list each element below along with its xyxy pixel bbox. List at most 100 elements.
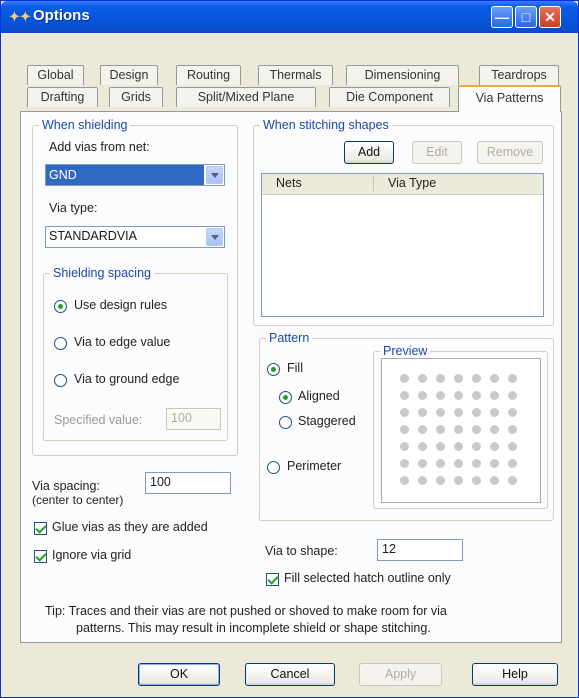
glue-vias-label: Glue vias as they are added	[52, 520, 208, 534]
glue-vias-checkbox[interactable]	[34, 522, 47, 535]
fill-radio[interactable]	[267, 363, 280, 376]
use-design-rules-radio[interactable]	[54, 300, 67, 313]
aligned-radio[interactable]	[279, 391, 292, 404]
preview-via-dot	[436, 425, 445, 434]
add-button[interactable]: Add	[344, 141, 394, 164]
fill-hatch-label: Fill selected hatch outline only	[284, 571, 451, 585]
preview-via-dot	[490, 459, 499, 468]
preview-via-dot	[472, 459, 481, 468]
preview-via-dot	[490, 425, 499, 434]
pattern-preview	[381, 358, 541, 503]
preview-via-dot	[418, 442, 427, 451]
ignore-via-grid-label: Ignore via grid	[52, 548, 132, 562]
ok-button[interactable]: OK	[138, 663, 220, 686]
via-spacing-sublabel: (center to center)	[32, 493, 124, 507]
minimize-button[interactable]: —	[491, 6, 513, 28]
via-to-shape-label: Via to shape:	[265, 544, 338, 558]
close-button[interactable]: ✕	[539, 6, 561, 28]
preview-via-dot	[436, 391, 445, 400]
chevron-down-icon[interactable]	[206, 166, 223, 184]
specified-value-field[interactable]: 100	[166, 408, 221, 430]
fill-label: Fill	[287, 361, 303, 375]
preview-via-dot	[508, 391, 517, 400]
preview-via-dot	[490, 408, 499, 417]
preview-via-dot	[400, 459, 409, 468]
tab-thermals[interactable]: Thermals	[258, 65, 333, 85]
tab-design[interactable]: Design	[100, 65, 158, 85]
table-header: Nets Via Type	[262, 174, 543, 195]
via-type-column-header[interactable]: Via Type	[388, 176, 436, 190]
maximize-button[interactable]: □	[515, 6, 537, 28]
minimize-icon: —	[495, 9, 509, 25]
via-to-edge-radio[interactable]	[54, 337, 67, 350]
preview-via-dot	[436, 442, 445, 451]
preview-via-dot	[400, 374, 409, 383]
preview-via-dot	[418, 476, 427, 485]
perimeter-radio[interactable]	[267, 461, 280, 474]
net-select[interactable]: GND	[45, 164, 225, 186]
via-to-ground-edge-radio[interactable]	[54, 374, 67, 387]
shielding-legend: When shielding	[42, 118, 128, 132]
tab-die-component[interactable]: Die Component	[329, 87, 450, 107]
preview-via-dot	[490, 442, 499, 451]
preview-via-dot	[490, 476, 499, 485]
preview-via-dot	[454, 459, 463, 468]
preview-via-dot	[508, 374, 517, 383]
preview-via-dot	[436, 374, 445, 383]
specified-value-label: Specified value:	[54, 413, 143, 427]
remove-button[interactable]: Remove	[477, 141, 543, 164]
tab-drafting[interactable]: Drafting	[27, 87, 98, 107]
preview-via-dot	[400, 476, 409, 485]
preview-via-dot	[472, 442, 481, 451]
aligned-label: Aligned	[298, 389, 340, 403]
tab-via-patterns[interactable]: Via Patterns	[458, 85, 561, 112]
preview-via-dot	[418, 408, 427, 417]
tab-grids[interactable]: Grids	[109, 87, 163, 107]
preview-via-dot	[418, 459, 427, 468]
nets-column-header[interactable]: Nets	[276, 176, 302, 190]
window-title: Options	[33, 7, 90, 24]
preview-via-dot	[508, 459, 517, 468]
cancel-button[interactable]: Cancel	[245, 663, 335, 686]
preview-via-dot	[418, 391, 427, 400]
tab-routing[interactable]: Routing	[176, 65, 241, 85]
via-to-edge-label: Via to edge value	[74, 335, 171, 349]
via-spacing-field[interactable]: 100	[145, 472, 231, 494]
preview-via-dot	[454, 374, 463, 383]
preview-legend: Preview	[383, 344, 428, 358]
stitching-legend: When stitching shapes	[263, 118, 389, 132]
tab-global[interactable]: Global	[27, 65, 84, 85]
preview-via-dot	[472, 425, 481, 434]
via-to-shape-field[interactable]: 12	[377, 539, 463, 561]
tab-teardrops[interactable]: Teardrops	[479, 65, 559, 85]
preview-via-dot	[472, 374, 481, 383]
shielding-spacing-legend: Shielding spacing	[53, 266, 151, 280]
preview-via-dot	[508, 425, 517, 434]
preview-via-dot	[490, 374, 499, 383]
fill-hatch-checkbox[interactable]	[266, 573, 279, 586]
stitching-nets-table[interactable]: Nets Via Type	[261, 173, 544, 317]
via-type-label: Via type:	[49, 201, 98, 215]
add-vias-label: Add vias from net:	[49, 140, 150, 154]
preview-via-dot	[508, 476, 517, 485]
title-bar[interactable]: ✦✦ Options — □ ✕	[1, 1, 578, 33]
tab-split-mixed-plane[interactable]: Split/Mixed Plane	[176, 87, 316, 107]
edit-button[interactable]: Edit	[412, 141, 462, 164]
chevron-down-icon[interactable]	[206, 228, 223, 246]
ignore-via-grid-checkbox[interactable]	[34, 550, 47, 563]
preview-via-dot	[418, 425, 427, 434]
preview-via-dot	[400, 425, 409, 434]
preview-via-dot	[400, 391, 409, 400]
via-to-ground-edge-label: Via to ground edge	[74, 372, 180, 386]
preview-via-dot	[454, 476, 463, 485]
via-spacing-label: Via spacing:	[32, 479, 100, 493]
staggered-radio[interactable]	[279, 416, 292, 429]
tab-dimensioning[interactable]: Dimensioning	[346, 65, 459, 85]
preview-via-dot	[508, 442, 517, 451]
help-button[interactable]: Help	[472, 663, 558, 686]
via-type-select[interactable]: STANDARDVIA	[45, 226, 225, 248]
preview-via-dot	[436, 408, 445, 417]
preview-via-dot	[454, 408, 463, 417]
via-type-value: STANDARDVIA	[49, 229, 137, 243]
apply-button[interactable]: Apply	[359, 663, 442, 686]
